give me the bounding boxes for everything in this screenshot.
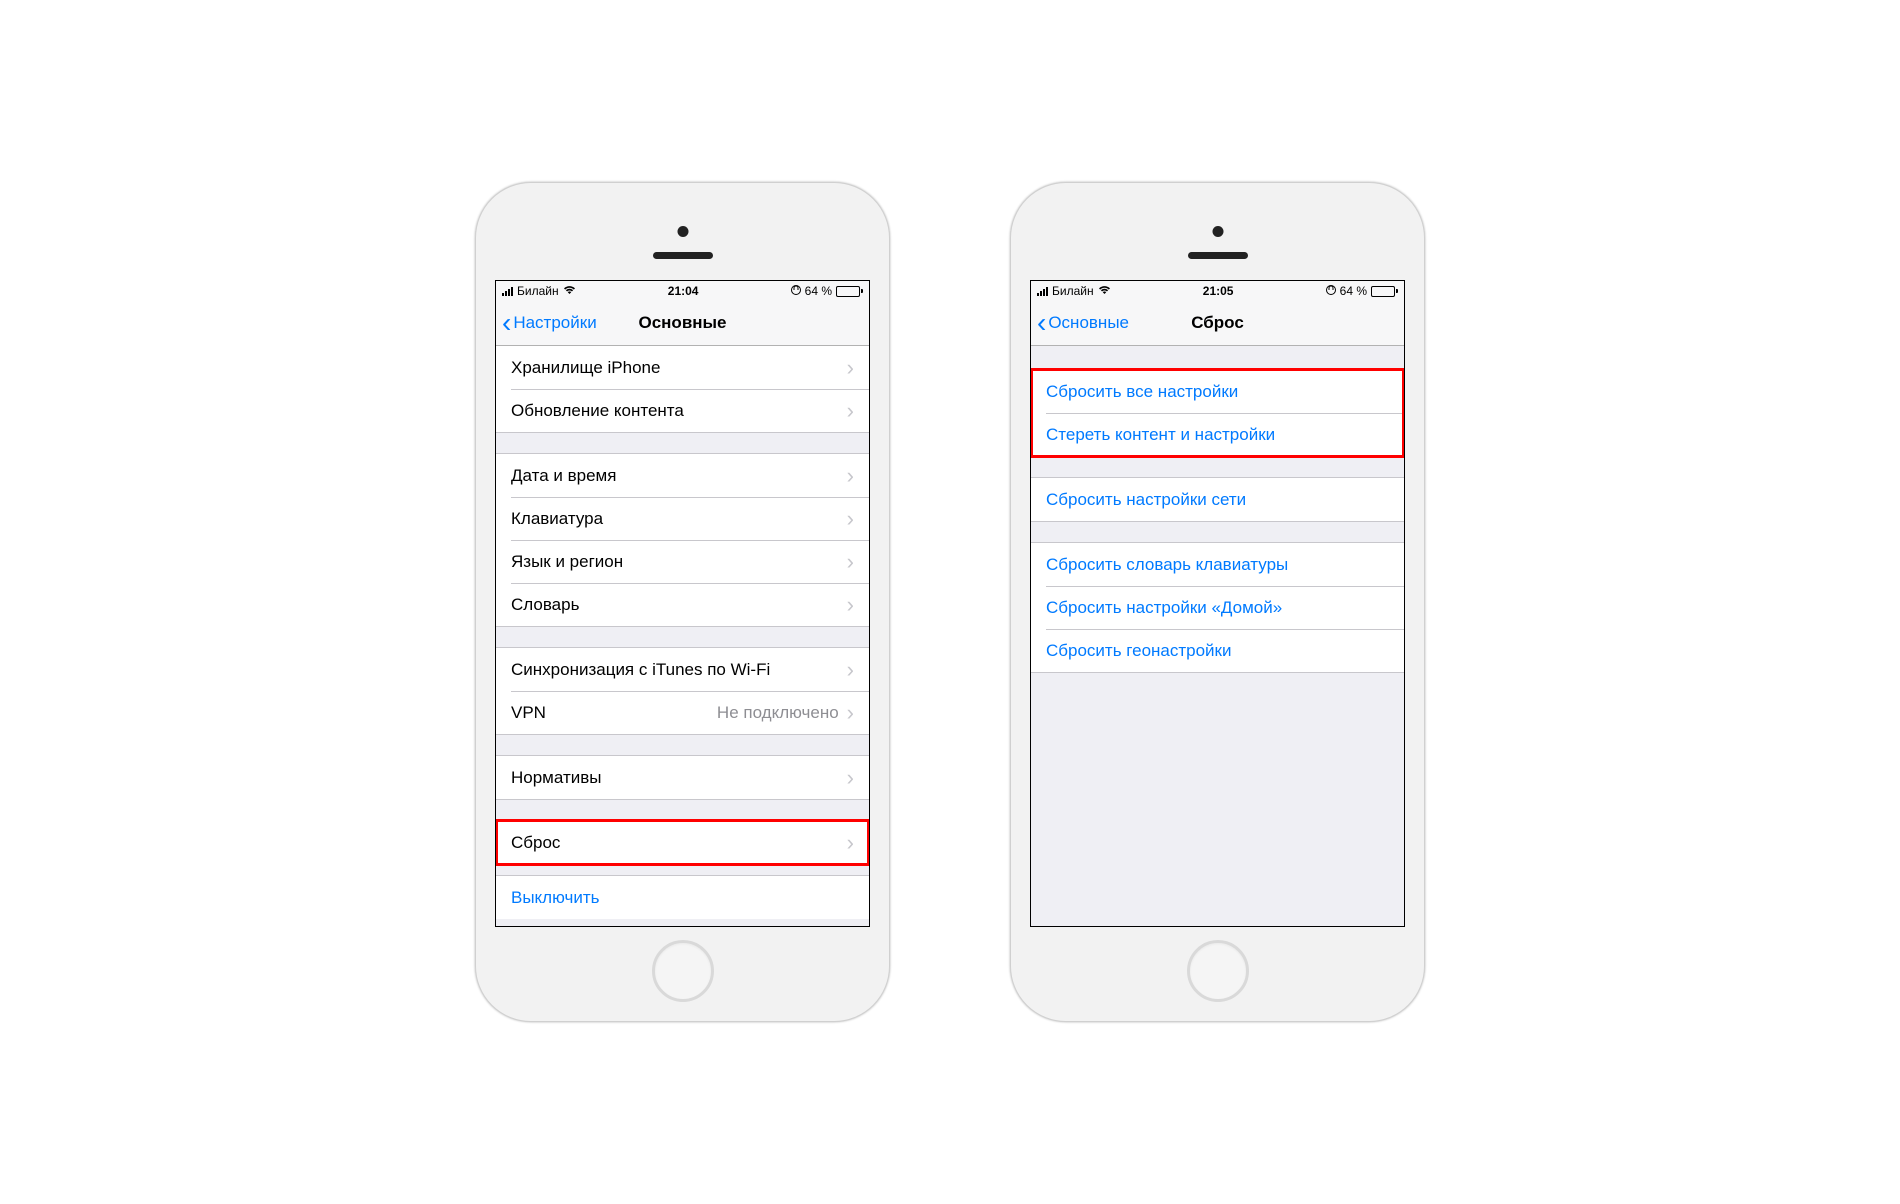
chevron-right-icon: › — [847, 700, 854, 726]
row-language[interactable]: Язык и регион › — [496, 540, 869, 583]
lock-icon — [1326, 284, 1336, 299]
row-label: Сбросить все настройки — [1046, 382, 1389, 402]
back-button[interactable]: ‹ Основные — [1031, 309, 1129, 337]
home-button[interactable] — [1187, 940, 1249, 1002]
row-reset-keyboard-dict[interactable]: Сбросить словарь клавиатуры — [1031, 543, 1404, 586]
chevron-right-icon: › — [847, 506, 854, 532]
group-other-resets: Сбросить словарь клавиатуры Сбросить нас… — [1031, 542, 1404, 673]
chevron-right-icon: › — [847, 657, 854, 683]
row-datetime[interactable]: Дата и время › — [496, 454, 869, 497]
chevron-left-icon: ‹ — [1037, 309, 1046, 337]
chevron-right-icon: › — [847, 549, 854, 575]
camera-dot — [677, 226, 688, 237]
row-label: Язык и регион — [511, 552, 847, 572]
row-itunes-wifi[interactable]: Синхронизация с iTunes по Wi-Fi › — [496, 648, 869, 691]
row-reset-all-settings[interactable]: Сбросить все настройки — [1031, 370, 1404, 413]
row-reset[interactable]: Сброс › — [496, 821, 869, 864]
status-time: 21:05 — [1203, 284, 1234, 298]
wifi-icon — [563, 285, 576, 298]
screen-right: Билайн 21:05 64 % ‹ Основные — [1030, 280, 1405, 927]
row-label: VPN — [511, 703, 717, 723]
battery-icon — [836, 286, 863, 297]
earpiece — [653, 252, 713, 259]
chevron-right-icon: › — [847, 398, 854, 424]
row-regulatory[interactable]: Нормативы › — [496, 756, 869, 799]
carrier-label: Билайн — [1052, 284, 1094, 298]
nav-bar: ‹ Основные Сброс — [1031, 301, 1404, 346]
nav-bar: ‹ Настройки Основные — [496, 301, 869, 346]
row-label: Сбросить геонастройки — [1046, 641, 1389, 661]
carrier-label: Билайн — [517, 284, 559, 298]
battery-percent: 64 % — [805, 284, 832, 298]
group-input: Дата и время › Клавиатура › Язык и регио… — [496, 453, 869, 627]
chevron-right-icon: › — [847, 592, 854, 618]
chevron-right-icon: › — [847, 463, 854, 489]
row-label: Сброс — [511, 833, 847, 853]
row-storage[interactable]: Хранилище iPhone › — [496, 346, 869, 389]
back-button[interactable]: ‹ Настройки — [496, 309, 597, 337]
back-label: Основные — [1048, 313, 1129, 333]
phone-right: Билайн 21:05 64 % ‹ Основные — [1010, 182, 1425, 1022]
row-reset-location[interactable]: Сбросить геонастройки — [1031, 629, 1404, 672]
chevron-left-icon: ‹ — [502, 309, 511, 337]
earpiece — [1188, 252, 1248, 259]
row-label: Дата и время — [511, 466, 847, 486]
phone-left: Билайн 21:04 64 % ‹ Настройки — [475, 182, 890, 1022]
screen-left: Билайн 21:04 64 % ‹ Настройки — [495, 280, 870, 927]
row-label: Клавиатура — [511, 509, 847, 529]
chevron-right-icon: › — [847, 765, 854, 791]
row-label: Сбросить настройки сети — [1046, 490, 1389, 510]
row-label: Сбросить словарь клавиатуры — [1046, 555, 1389, 575]
row-erase-all[interactable]: Стереть контент и настройки — [1031, 413, 1404, 456]
chevron-right-icon: › — [847, 355, 854, 381]
group-sync: Синхронизация с iTunes по Wi-Fi › VPN Не… — [496, 647, 869, 735]
row-label: Обновление контента — [511, 401, 847, 421]
group-reset: Сброс › — [496, 820, 869, 865]
wifi-icon — [1098, 285, 1111, 298]
chevron-right-icon: › — [847, 830, 854, 856]
row-label: Стереть контент и настройки — [1046, 425, 1389, 445]
row-reset-home[interactable]: Сбросить настройки «Домой» — [1031, 586, 1404, 629]
row-background-refresh[interactable]: Обновление контента › — [496, 389, 869, 432]
back-label: Настройки — [513, 313, 596, 333]
home-button[interactable] — [652, 940, 714, 1002]
battery-icon — [1371, 286, 1398, 297]
content-right[interactable]: Сбросить все настройки Стереть контент и… — [1031, 346, 1404, 926]
group-storage: Хранилище iPhone › Обновление контента › — [496, 346, 869, 433]
row-reset-network[interactable]: Сбросить настройки сети — [1031, 478, 1404, 521]
row-dictionary[interactable]: Словарь › — [496, 583, 869, 626]
row-keyboard[interactable]: Клавиатура › — [496, 497, 869, 540]
status-bar: Билайн 21:05 64 % — [1031, 281, 1404, 301]
signal-icon — [1037, 286, 1048, 296]
row-label: Хранилище iPhone — [511, 358, 847, 378]
group-shutdown: Выключить — [496, 875, 869, 919]
row-vpn[interactable]: VPN Не подключено › — [496, 691, 869, 734]
group-reset-all: Сбросить все настройки Стереть контент и… — [1031, 370, 1404, 457]
row-label: Словарь — [511, 595, 847, 615]
row-label: Выключить — [511, 888, 854, 908]
row-label: Нормативы — [511, 768, 847, 788]
group-network: Сбросить настройки сети — [1031, 477, 1404, 522]
row-label: Сбросить настройки «Домой» — [1046, 598, 1389, 618]
status-time: 21:04 — [668, 284, 699, 298]
lock-icon — [791, 284, 801, 299]
content-left[interactable]: Хранилище iPhone › Обновление контента ›… — [496, 346, 869, 926]
group-regulatory: Нормативы › — [496, 755, 869, 800]
camera-dot — [1212, 226, 1223, 237]
row-label: Синхронизация с iTunes по Wi-Fi — [511, 660, 847, 680]
signal-icon — [502, 286, 513, 296]
row-shutdown[interactable]: Выключить — [496, 876, 869, 919]
status-bar: Билайн 21:04 64 % — [496, 281, 869, 301]
row-value: Не подключено — [717, 703, 839, 723]
battery-percent: 64 % — [1340, 284, 1367, 298]
